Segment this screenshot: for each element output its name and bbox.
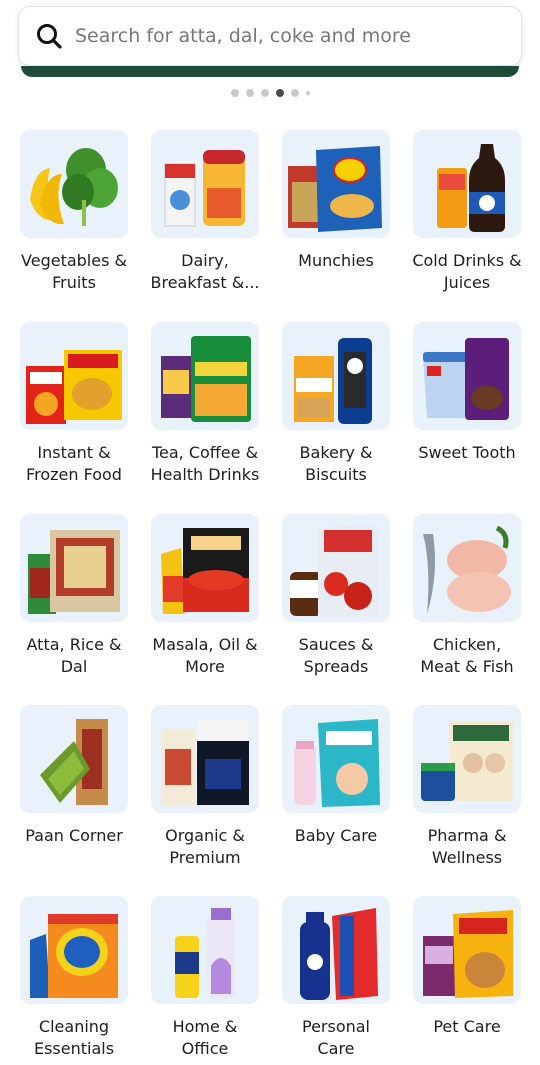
- category-label: Munchies: [298, 251, 374, 270]
- carousel-dot[interactable]: [260, 89, 269, 97]
- category-label: Home & Office: [172, 1017, 238, 1058]
- category-image: [151, 896, 259, 1004]
- category-image: [282, 705, 390, 813]
- category-image: [151, 322, 259, 430]
- category-image: [20, 705, 128, 813]
- carousel-indicator: [0, 88, 540, 98]
- category-image: [151, 514, 259, 622]
- category-label: Cold Drinks & Juices: [412, 251, 522, 292]
- category-label: Tea, Coffee & Health Drinks: [150, 443, 260, 484]
- category-label: Personal Care: [301, 1017, 370, 1058]
- category-image: [20, 130, 128, 238]
- search-bar[interactable]: [18, 6, 522, 66]
- category-label: Dairy, Breakfast &...: [150, 251, 260, 292]
- category-label: Chicken, Meat & Fish: [420, 635, 514, 676]
- category-image: [282, 130, 390, 238]
- category-label: Bakery & Biscuits: [299, 443, 373, 484]
- category-image: [282, 322, 390, 430]
- category-label: Atta, Rice & Dal: [26, 635, 122, 676]
- category-image: [20, 322, 128, 430]
- search-input[interactable]: [75, 16, 521, 56]
- category-image: [151, 705, 259, 813]
- carousel-dot[interactable]: [290, 89, 299, 97]
- category-label: Vegetables & Fruits: [21, 251, 127, 292]
- category-label: Instant & Frozen Food: [26, 443, 122, 484]
- category-label: Baby Care: [294, 826, 378, 845]
- category-label: Sauces & Spreads: [298, 635, 374, 676]
- category-image: [413, 705, 521, 813]
- carousel-dot[interactable]: [230, 89, 239, 97]
- banner-carousel[interactable]: [21, 66, 519, 77]
- category-image: [20, 514, 128, 622]
- category-image: [20, 896, 128, 1004]
- category-label: Sweet Tooth: [418, 443, 516, 462]
- category-image: [413, 896, 521, 1004]
- category-image: [413, 322, 521, 430]
- carousel-dot[interactable]: [245, 89, 254, 97]
- carousel-dot-active[interactable]: [275, 89, 284, 97]
- category-image: [413, 514, 521, 622]
- category-label: Pet Care: [433, 1017, 501, 1036]
- category-image: [413, 130, 521, 238]
- category-label: Organic & Premium: [165, 826, 245, 867]
- category-label: Pharma & Wellness: [427, 826, 507, 867]
- category-image: [282, 896, 390, 1004]
- carousel-dot[interactable]: [305, 91, 310, 95]
- category-label: Cleaning Essentials: [33, 1017, 115, 1058]
- category-image: [151, 130, 259, 238]
- category-label: Masala, Oil & More: [152, 635, 258, 676]
- category-label: Paan Corner: [25, 826, 123, 845]
- search-icon: [37, 24, 62, 49]
- category-image: [282, 514, 390, 622]
